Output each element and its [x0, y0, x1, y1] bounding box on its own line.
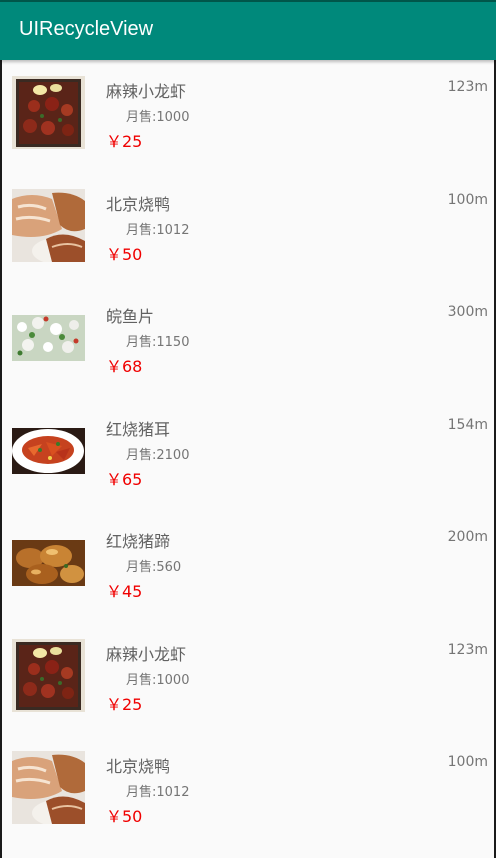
item-price: ￥50 — [106, 244, 143, 264]
item-name: 红烧猪蹄 — [106, 532, 171, 551]
item-distance: 123m — [447, 79, 488, 95]
list-item[interactable]: 红烧猪蹄 月售:560 ￥45 200m — [0, 510, 496, 623]
item-name: 北京烧鸭 — [106, 757, 171, 776]
app-bar: UIRecycleView — [0, 2, 496, 60]
item-price: ￥68 — [106, 357, 143, 376]
crayfish-image — [12, 76, 85, 149]
item-sales: 月售:2100 — [126, 447, 190, 463]
item-name: 麻辣小龙虾 — [106, 644, 187, 664]
item-name: 麻辣小龙虾 — [106, 82, 187, 101]
item-distance: 200m — [447, 529, 488, 545]
item-distance: 100m — [447, 191, 488, 208]
list-item[interactable]: 红烧猪耳 月售:2100 ￥65 154m — [0, 398, 496, 511]
list-item[interactable]: 皖鱼片 月售:1150 ￥68 300m — [0, 285, 496, 398]
item-sales: 月售:1012 — [126, 785, 190, 800]
list-item[interactable]: 麻辣小龙虾 月售:1000 ￥25 123m — [0, 623, 496, 736]
item-sales: 月售:560 — [126, 560, 182, 575]
braised-trotter-image — [12, 526, 85, 599]
item-name: 红烧猪耳 — [106, 419, 171, 439]
crayfish-image — [12, 638, 85, 712]
item-price: ￥50 — [106, 807, 143, 826]
item-sales: 月售:1000 — [126, 672, 190, 688]
item-sales: 月售:1150 — [126, 335, 190, 350]
roast-duck-image — [12, 751, 85, 824]
list-item[interactable]: 麻辣小龙虾 月售:1000 ￥25 123m — [0, 60, 496, 173]
item-price: ￥25 — [106, 694, 143, 714]
item-price: ￥25 — [106, 132, 143, 151]
list-item[interactable]: 北京烧鸭 月售:1012 ￥50 100m — [0, 173, 496, 286]
list-item[interactable]: 北京烧鸭 月售:1012 ￥50 100m — [0, 735, 496, 848]
item-sales: 月售:1012 — [126, 222, 190, 238]
braised-pig-ear-image — [12, 413, 85, 487]
item-sales: 月售:1000 — [126, 110, 190, 125]
fish-slices-image — [12, 301, 85, 374]
app-title: UIRecycleView — [19, 18, 154, 40]
item-name: 北京烧鸭 — [106, 194, 171, 214]
item-distance: 123m — [447, 641, 488, 658]
recycler-list[interactable]: 麻辣小龙虾 月售:1000 ￥25 123m 北京烧鸭 月售:1012 ￥50 … — [0, 60, 496, 848]
item-distance: 300m — [447, 304, 488, 320]
item-price: ￥65 — [106, 469, 143, 489]
item-distance: 154m — [447, 416, 488, 433]
item-distance: 100m — [447, 754, 488, 770]
item-name: 皖鱼片 — [106, 307, 155, 326]
roast-duck-image — [12, 188, 85, 262]
item-price: ￥45 — [106, 582, 143, 601]
